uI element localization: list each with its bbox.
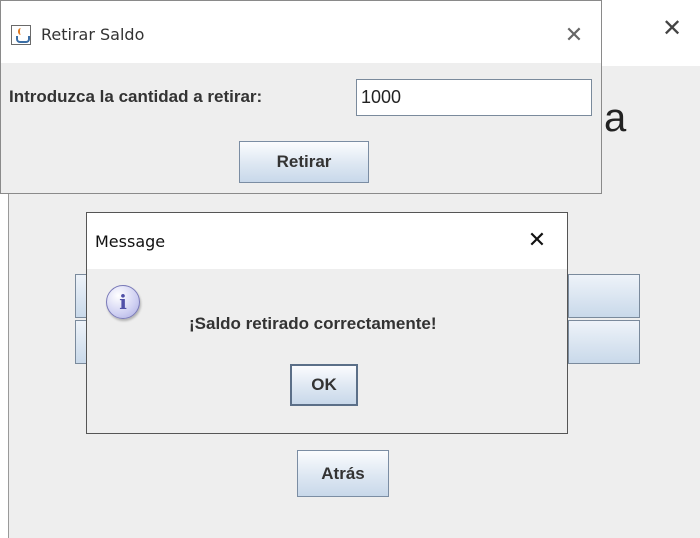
info-icon: i: [106, 285, 140, 319]
message-dialog-close-icon[interactable]: ✕: [525, 230, 549, 254]
retirar-button[interactable]: Retirar: [239, 141, 369, 183]
retirar-dialog-close-icon[interactable]: ✕: [562, 25, 586, 49]
amount-label: Introduzca la cantidad a retirar:: [9, 87, 263, 106]
ok-button[interactable]: OK: [290, 364, 358, 406]
amount-input[interactable]: [356, 79, 592, 116]
message-dialog-title: Message: [95, 232, 166, 251]
retirar-dialog-title: Retirar Saldo: [41, 25, 145, 44]
back-button[interactable]: Atrás: [297, 450, 389, 497]
retirar-saldo-dialog: Retirar Saldo ✕ Introduzca la cantidad a…: [0, 0, 602, 194]
main-window-partial-title: a: [604, 96, 627, 140]
java-app-icon: [11, 25, 31, 45]
main-window-close-icon[interactable]: ✕: [658, 14, 686, 42]
menu-button-1-right-edge[interactable]: [568, 274, 640, 318]
message-dialog: Message ✕ i ¡Saldo retirado correctament…: [86, 212, 568, 434]
message-text: ¡Saldo retirado correctamente!: [189, 314, 437, 333]
menu-button-2-right-edge[interactable]: [568, 320, 640, 364]
